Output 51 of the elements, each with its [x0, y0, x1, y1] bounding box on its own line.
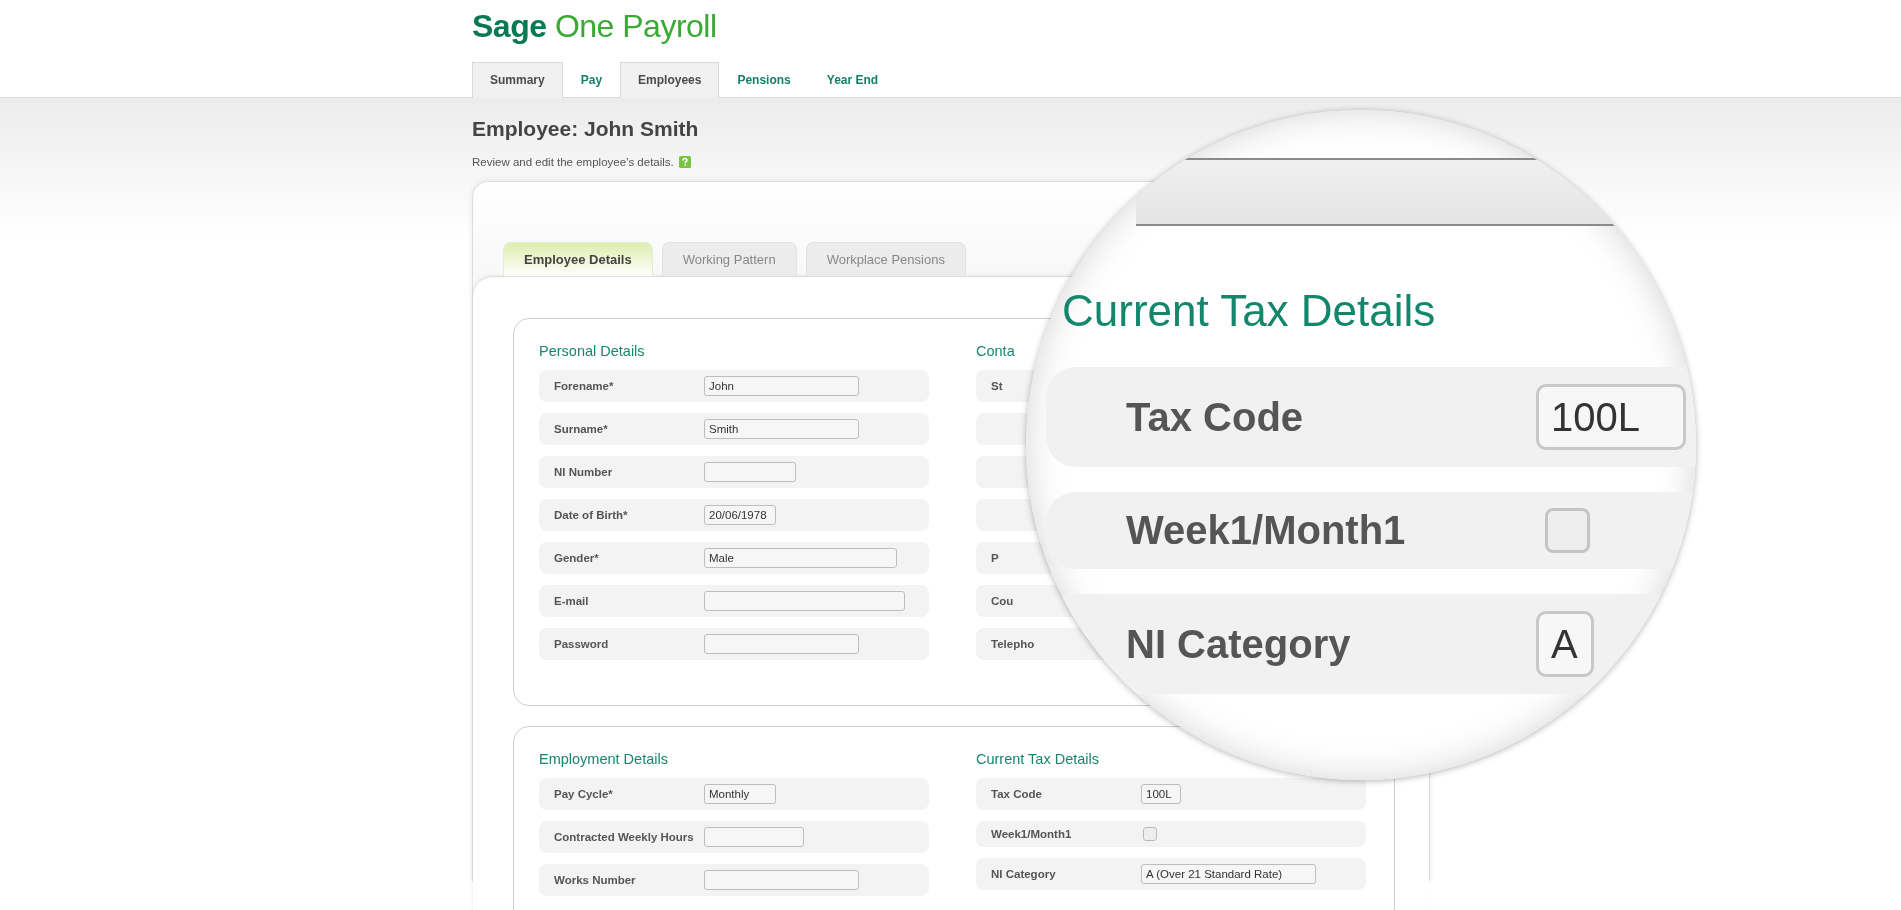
field-label: Contracted Weekly Hours	[553, 831, 694, 843]
text-field[interactable]: Monthly	[704, 784, 776, 804]
text-field[interactable]: A (Over 21 Standard Rate)	[1141, 864, 1316, 884]
field-label: Week1/Month1	[1125, 508, 1406, 553]
nav-tab[interactable]: Year End	[808, 62, 897, 98]
nav-tab[interactable]: Employees	[620, 62, 720, 98]
text-field[interactable]	[704, 634, 859, 654]
checkbox[interactable]	[1545, 508, 1590, 553]
page-subtitle: Review and edit the employee’s details.	[472, 156, 674, 168]
field-label: NI Number	[553, 466, 613, 478]
text-field[interactable]: 100L	[1536, 384, 1686, 450]
field-label: Gender*	[553, 552, 599, 564]
field-label: Forename*	[553, 380, 614, 392]
field-label: NI Category	[1125, 621, 1351, 667]
text-field[interactable]: John	[704, 376, 859, 396]
field-label: Works Number	[553, 874, 636, 886]
section-heading: Employment Details	[539, 750, 668, 769]
tab[interactable]: Employee Details	[503, 242, 653, 276]
field-label: Tax Code	[1125, 394, 1304, 440]
field-label: NI Category	[990, 868, 1056, 880]
field-label: Password	[553, 638, 609, 650]
section-heading: Current Tax Details	[1062, 286, 1436, 336]
field-label: St	[990, 380, 1003, 392]
field-label: Surname*	[553, 423, 608, 435]
nav-tab[interactable]: Summary	[472, 62, 563, 98]
logo: Sage One Payroll	[472, 7, 717, 46]
field-label: Pay Cycle*	[553, 788, 613, 800]
page-title: Employee: John Smith	[472, 116, 700, 142]
field-label: E-mail	[553, 595, 589, 607]
text-field[interactable]	[704, 462, 796, 482]
field-label: Telepho	[990, 638, 1035, 650]
nav-tab[interactable]: Pay	[562, 62, 621, 98]
nav-tab[interactable]: Pensions	[719, 62, 809, 98]
text-field[interactable]	[704, 591, 905, 611]
section-heading: Personal Details	[539, 342, 645, 361]
text-field[interactable]	[704, 870, 859, 890]
field-label: P	[990, 552, 999, 564]
field-label: Date of Birth*	[553, 509, 628, 521]
text-field[interactable]: Male	[704, 548, 897, 568]
help-icon[interactable]	[678, 156, 691, 168]
field-label: Tax Code	[990, 788, 1042, 800]
section-heading: Conta	[976, 342, 1015, 361]
field-label: Cou	[990, 595, 1014, 607]
text-field[interactable]	[704, 827, 804, 847]
text-field[interactable]: A	[1536, 611, 1594, 677]
text-field[interactable]: 20/06/1978	[704, 505, 776, 525]
field-label: Week1/Month1	[990, 828, 1072, 840]
checkbox[interactable]	[1143, 827, 1157, 841]
text-field[interactable]: Smith	[704, 419, 859, 439]
text-field[interactable]: 100L	[1141, 784, 1181, 804]
section-heading: Current Tax Details	[976, 750, 1100, 769]
